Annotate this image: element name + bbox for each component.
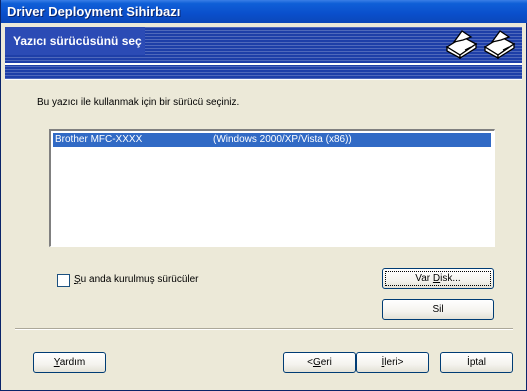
installed-drivers-label[interactable]: Şu anda kurulmuş sürücüler <box>74 274 199 285</box>
help-button[interactable]: Yardım <box>33 352 106 373</box>
banner-title: Yazıcı sürücüsünü seç <box>13 34 142 48</box>
wizard-window: Driver Deployment Sihirbazı Yazıcı sürüc… <box>0 0 527 391</box>
list-item[interactable]: Brother MFC-XXXX (Windows 2000/XP/Vista … <box>53 133 491 147</box>
title-bar[interactable]: Driver Deployment Sihirbazı <box>1 0 527 23</box>
printer-icon <box>483 30 516 59</box>
back-button[interactable]: <Geri <box>283 352 356 373</box>
banner-divider <box>5 63 522 65</box>
window-title: Driver Deployment Sihirbazı <box>7 4 181 19</box>
footer-divider <box>15 328 513 330</box>
have-disk-button[interactable]: Var Disk... <box>382 268 494 289</box>
header-banner: Yazıcı sürücüsünü seç <box>5 27 522 80</box>
driver-name: Brother MFC-XXXX <box>55 134 143 145</box>
cancel-button[interactable]: İptal <box>440 352 513 373</box>
installed-drivers-checkbox[interactable] <box>57 274 70 287</box>
delete-button[interactable]: Sil <box>382 299 494 320</box>
next-button[interactable]: İleri> <box>356 352 429 373</box>
driver-listbox[interactable]: Brother MFC-XXXX (Windows 2000/XP/Vista … <box>49 129 495 247</box>
driver-platform: (Windows 2000/XP/Vista (x86)) <box>213 134 352 145</box>
printer-icon <box>445 30 478 59</box>
instruction-text: Bu yazıcı ile kullanmak için bir sürücü … <box>37 97 240 108</box>
